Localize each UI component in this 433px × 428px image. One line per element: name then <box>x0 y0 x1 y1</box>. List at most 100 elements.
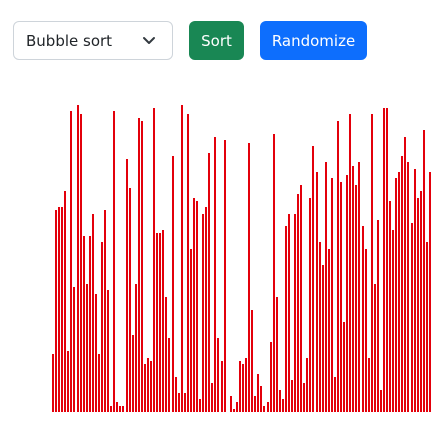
algorithm-select[interactable]: Bubble sort <box>13 21 173 60</box>
array-bar <box>174 377 177 412</box>
array-bar <box>58 207 61 412</box>
array-bar <box>370 114 373 412</box>
array-bar <box>312 146 315 412</box>
array-bar <box>140 121 143 412</box>
array-bar <box>128 188 131 412</box>
array-bar <box>395 178 398 412</box>
array-bar <box>272 134 275 412</box>
array-bar <box>85 284 88 412</box>
array-bar <box>205 207 208 412</box>
array-bar <box>107 290 110 412</box>
array-bar <box>340 182 343 412</box>
array-bar <box>294 214 297 412</box>
array-bar <box>208 153 211 412</box>
array-bar <box>251 310 254 412</box>
array-bar <box>67 351 70 412</box>
array-bar <box>392 230 395 412</box>
array-bar <box>343 322 346 412</box>
array-bar <box>425 242 428 412</box>
array-bar <box>416 198 419 412</box>
array-bar <box>232 409 235 412</box>
array-bar <box>61 207 64 412</box>
array-bar <box>79 114 82 412</box>
array-bar <box>245 358 248 412</box>
array-bar <box>119 406 122 412</box>
array-bar <box>407 162 410 412</box>
array-bar <box>260 386 263 412</box>
array-bar <box>165 297 168 412</box>
array-bar <box>333 377 336 412</box>
array-bar <box>235 402 238 412</box>
array-bar <box>122 406 125 412</box>
array-bar <box>300 185 303 412</box>
array-bar <box>192 198 195 412</box>
array-bar <box>281 399 284 412</box>
array-bar <box>199 399 202 412</box>
array-bar <box>287 214 290 412</box>
array-bar <box>223 140 226 412</box>
array-bar <box>306 358 309 412</box>
array-bar <box>346 175 349 412</box>
array-bar <box>355 185 358 412</box>
array-bar <box>134 284 137 412</box>
array-bar <box>309 198 312 412</box>
array-bar <box>110 406 113 412</box>
array-bar <box>373 284 376 412</box>
array-bar <box>389 201 392 412</box>
array-bar <box>186 114 189 412</box>
array-bar <box>330 178 333 412</box>
array-bar <box>88 236 91 412</box>
array-bar <box>327 249 330 412</box>
array-bar <box>269 342 272 412</box>
array-bar <box>367 358 370 412</box>
array-bar <box>376 220 379 412</box>
array-bar <box>284 226 287 412</box>
array-bar <box>413 169 416 412</box>
array-bar <box>52 354 54 412</box>
array-bar <box>189 249 192 412</box>
array-bar <box>76 105 79 412</box>
array-bar <box>398 172 401 412</box>
array-bar <box>401 156 404 412</box>
array-bar <box>131 335 134 412</box>
array-bar <box>220 361 223 412</box>
array-bar <box>324 162 327 412</box>
chevron-down-icon <box>138 33 160 49</box>
array-bar <box>64 191 67 412</box>
sort-button[interactable]: Sort <box>189 21 244 60</box>
array-bar <box>73 287 76 412</box>
array-bar <box>91 214 94 412</box>
array-bar <box>278 390 281 412</box>
array-bar <box>428 172 431 412</box>
array-bar <box>116 402 119 412</box>
array-bar <box>97 354 100 412</box>
array-bar <box>156 233 159 412</box>
array-bar <box>147 358 149 412</box>
array-bar <box>171 156 174 412</box>
array-bars-visualization <box>52 92 432 412</box>
array-bar <box>303 383 306 412</box>
array-bar <box>101 242 104 412</box>
array-bar <box>214 137 217 412</box>
array-bar <box>55 210 58 412</box>
array-bar <box>162 230 165 412</box>
array-bar <box>263 406 266 412</box>
array-bar <box>153 108 156 412</box>
array-bar <box>297 194 300 412</box>
array-bar <box>180 105 183 412</box>
array-bar <box>248 143 251 412</box>
array-bar <box>419 191 422 412</box>
array-bar <box>275 297 278 412</box>
array-bar <box>143 364 146 412</box>
array-bar <box>238 361 241 412</box>
array-bar <box>422 130 425 412</box>
array-bar <box>104 210 107 412</box>
array-bar <box>242 364 244 412</box>
array-bar <box>266 402 269 412</box>
randomize-button[interactable]: Randomize <box>260 21 367 60</box>
array-bar <box>70 111 73 412</box>
array-bar <box>404 137 407 412</box>
array-bar <box>291 380 294 412</box>
array-bar <box>82 236 85 412</box>
array-bar <box>382 108 385 412</box>
